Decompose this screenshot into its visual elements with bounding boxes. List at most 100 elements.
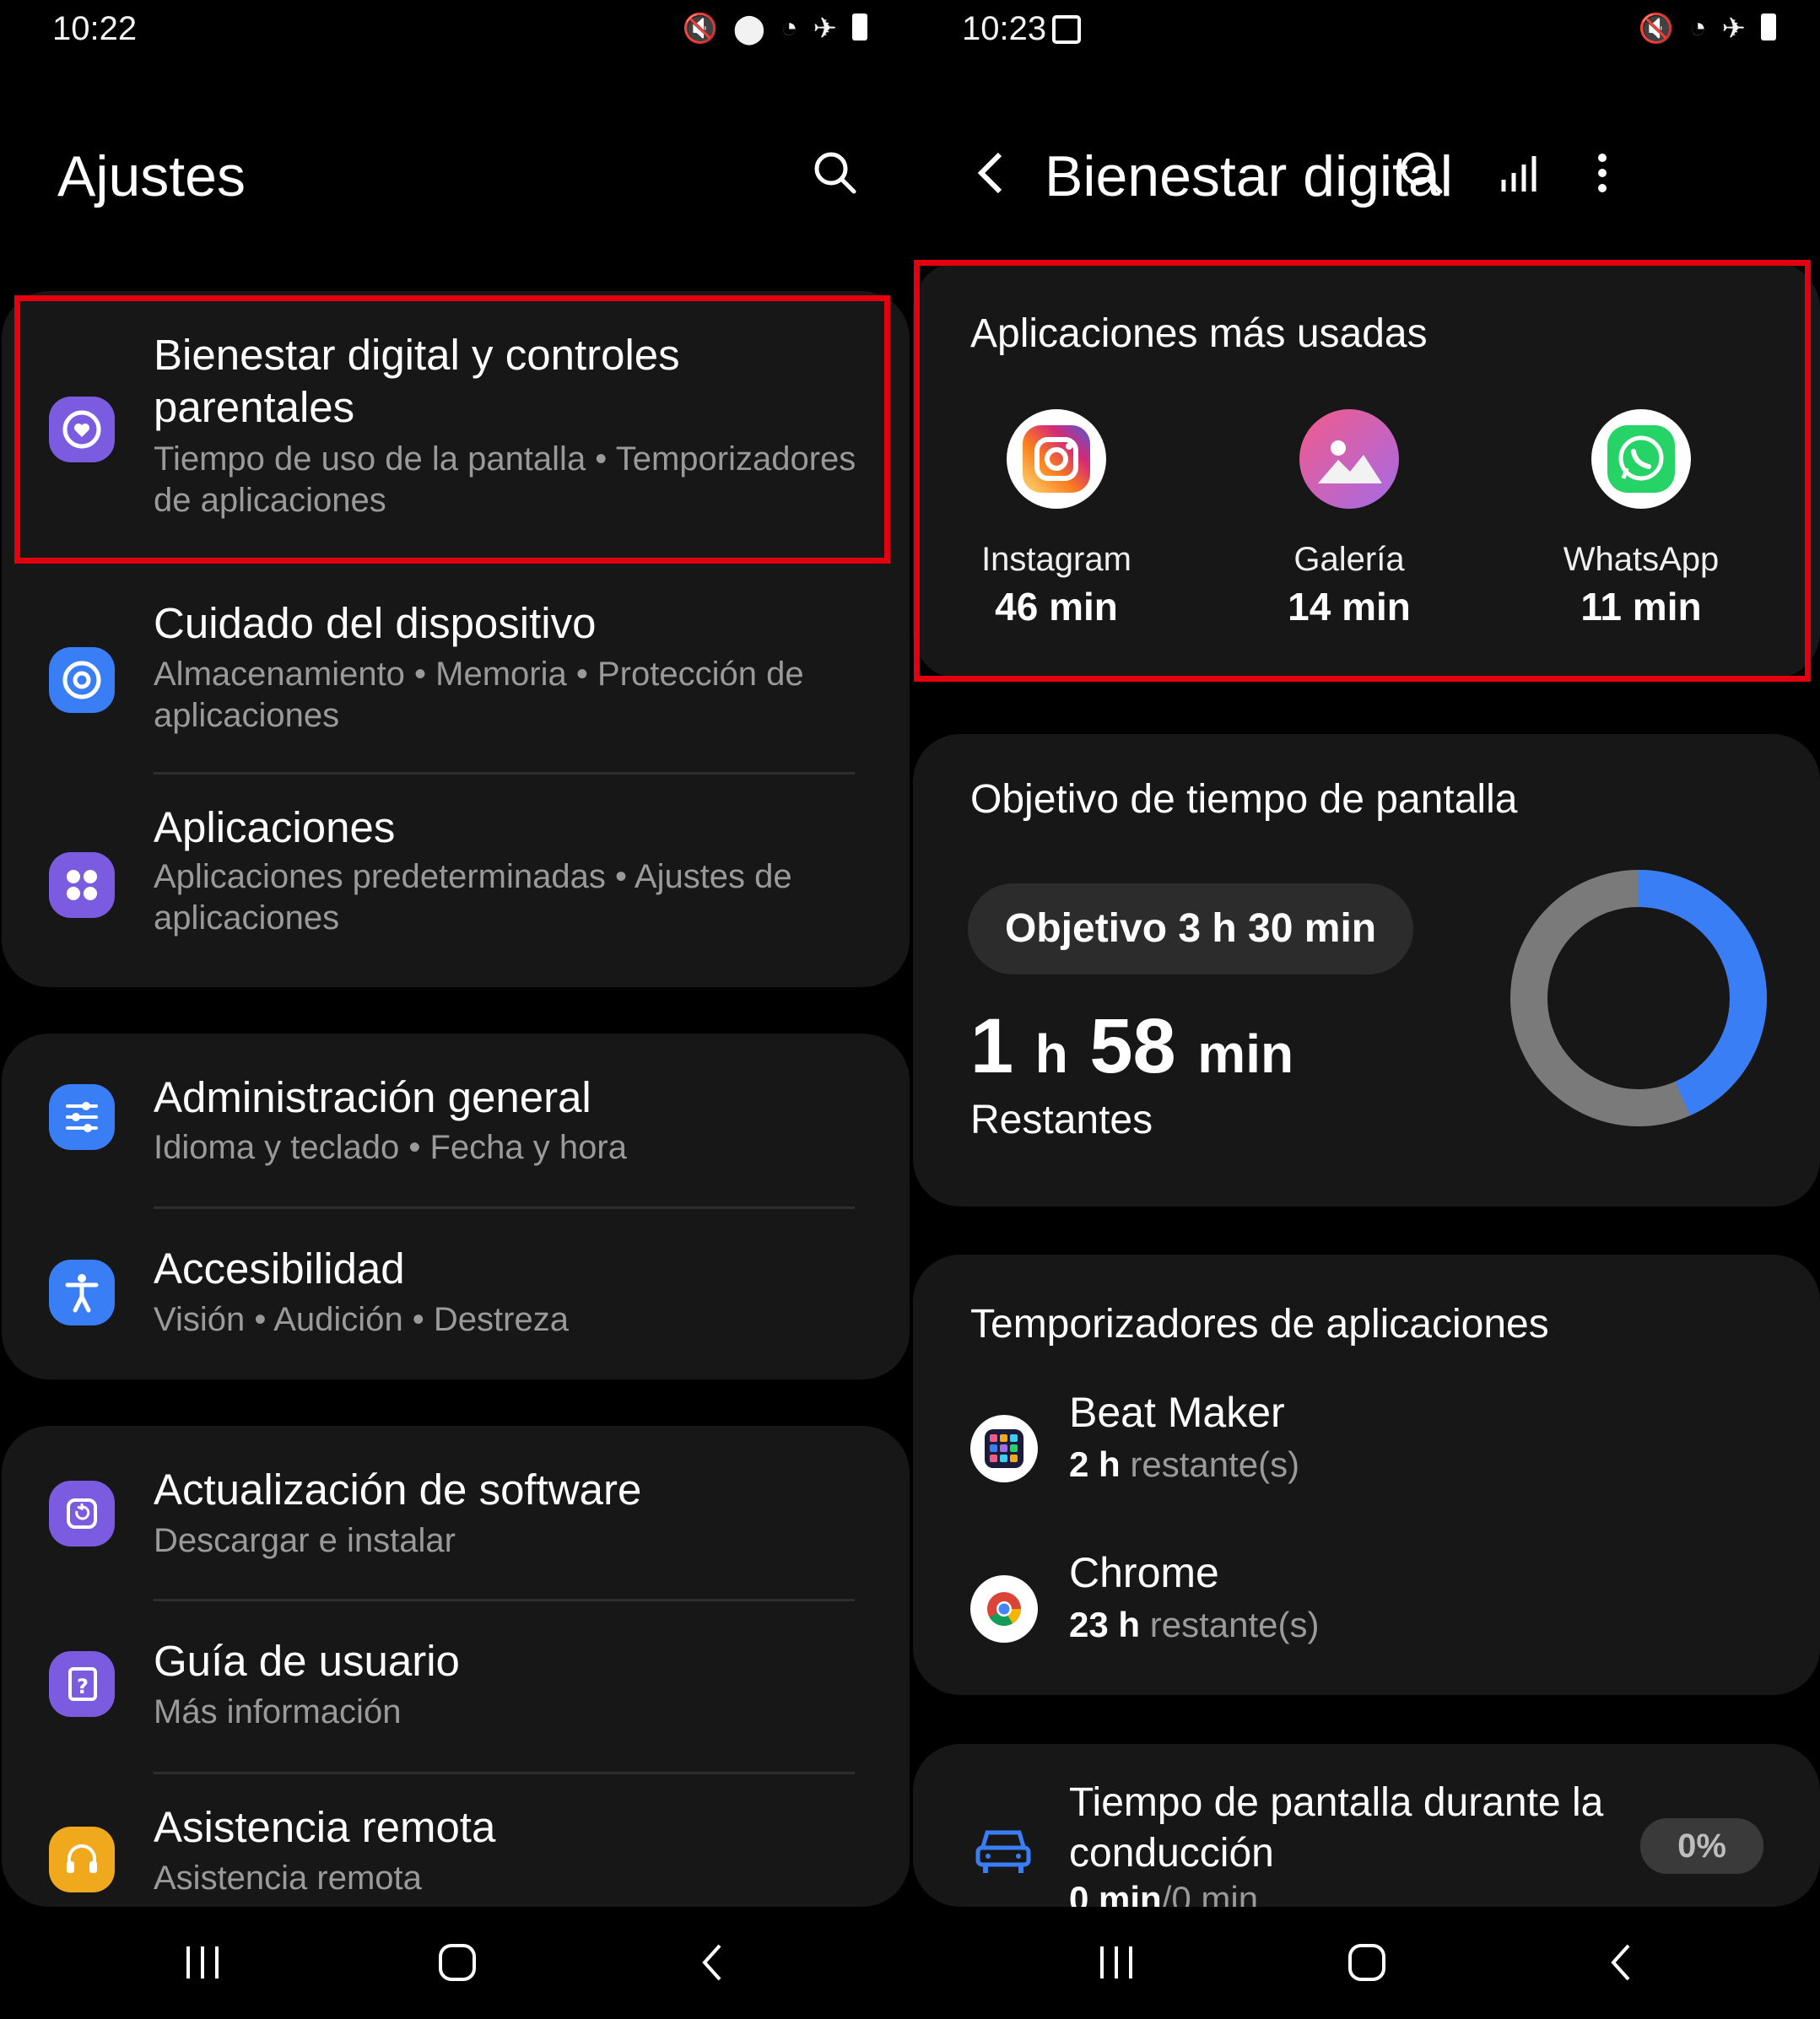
airplane-icon: ✈ [813,13,838,45]
status-bar: 10:22 🔇 ⬤ ◔ ✈ [0,10,911,52]
wifi-icon: ◔ [1688,12,1707,44]
timer-value: 23 h restante(s) [1069,1605,1319,1645]
status-bar: 10:23 🔇 ◔ ✈ [911,10,1820,52]
app-timers-card: Temporizadores de aplicaciones Beat Make… [913,1255,1820,1695]
goal-progress-ring [1510,870,1767,1126]
search-button[interactable] [1392,143,1451,202]
stats-button[interactable] [1489,143,1548,202]
more-vertical-icon [1598,154,1607,192]
item-title: Actualización de software [154,1466,642,1514]
item-subtitle: Almacenamiento • Memoria • Protección de… [154,656,804,734]
driving-minutes: 0 min [1069,1879,1162,1907]
divider [154,772,855,775]
item-title: Administración general [154,1073,591,1121]
settings-group-3: Actualización de software Descargar e in… [2,1426,910,1907]
chrome-icon [970,1575,1038,1643]
svg-text:?: ? [77,1675,89,1698]
driving-card[interactable]: Tiempo de pantalla durante la conducción… [913,1744,1820,1907]
recent-apps-icon [186,1946,219,1979]
timer-hours: 23 h [1069,1605,1141,1644]
item-user-guide[interactable]: ? Guía de usuario Más información [2,1599,910,1772]
navigation-bar [0,1909,911,2019]
back-icon [702,1944,721,1981]
recent-apps-button[interactable] [165,1925,240,2000]
remaining-label: Restantes [970,1098,1153,1142]
timer-app-name: Chrome [1069,1549,1219,1596]
home-icon [439,1944,476,1981]
item-apps[interactable]: Aplicaciones Aplicaciones predeterminada… [2,785,910,987]
item-title: Cuidado del dispositivo [154,599,597,647]
wifi-icon: ◔ [780,12,798,44]
back-icon [1611,1944,1630,1981]
battery-icon [1761,13,1776,40]
search-icon [1401,152,1443,194]
screen-time-goal-card[interactable]: Objetivo de tiempo de pantalla Objetivo … [913,734,1820,1207]
remaining-minutes: 58 [1089,1003,1176,1089]
item-title: Asistencia remota [154,1803,496,1851]
more-options-button[interactable] [1573,143,1632,202]
item-software-update[interactable]: Actualización de software Descargar e in… [2,1426,910,1599]
item-subtitle: Más información [154,1693,402,1730]
timer-hours: 2 h [1069,1444,1121,1484]
status-icons: 🔇 ◔ ✈ [1639,12,1776,46]
timer-beat-maker[interactable]: Beat Maker 2 h restante(s) [913,1389,1820,1550]
airplane-icon: ✈ [1721,13,1747,45]
headset-icon [49,1827,115,1892]
mute-icon: 🔇 [1638,13,1674,45]
back-arrow-icon [977,152,1002,194]
battery-icon [852,13,867,40]
status-time: 10:22 [52,10,138,47]
page-title: Ajustes [57,144,246,208]
hours-unit: h [1034,1023,1068,1084]
item-general-management[interactable]: Administración general Idioma y teclado … [2,1034,910,1207]
item-subtitle: Visión • Audición • Destreza [154,1301,569,1338]
settings-screen: 10:22 🔇 ⬤ ◔ ✈ Ajustes Bienestar digital … [0,0,911,2019]
search-button[interactable] [806,143,865,202]
timer-chrome[interactable]: Chrome 23 h restante(s) [913,1549,1820,1693]
item-title: Guía de usuario [154,1637,460,1685]
accessibility-icon [49,1260,115,1325]
image-notification-icon [1052,15,1081,44]
settings-group-2: Administración general Idioma y teclado … [2,1034,910,1379]
beat-maker-icon [970,1415,1038,1482]
timer-suffix: restante(s) [1149,1605,1320,1644]
back-button[interactable] [675,1925,751,2000]
location-icon: ⬤ [732,13,765,45]
home-button[interactable] [1329,1925,1405,2000]
recent-apps-icon [1100,1946,1132,1979]
driving-title: Tiempo de pantalla durante la conducción [1069,1780,1604,1876]
remaining-hours: 1 [970,1003,1014,1089]
back-button[interactable] [962,143,1021,202]
home-button[interactable] [419,1925,495,2000]
item-title: Aplicaciones [154,803,396,851]
apps-icon [49,852,115,918]
timer-value: 2 h restante(s) [1069,1444,1299,1485]
device-care-icon [49,647,115,713]
item-accessibility[interactable]: Accesibilidad Visión • Audición • Destre… [2,1207,910,1379]
driving-total: /0 min [1161,1879,1259,1907]
back-button[interactable] [1584,1925,1660,2000]
item-subtitle: Descargar e instalar [154,1522,456,1559]
sliders-icon [49,1084,115,1150]
driving-value: 0 min/0 min [1069,1879,1258,1907]
remaining-time: 1 h 58 min [970,1002,1293,1091]
car-icon [975,1830,1031,1873]
highlight-box [914,260,1811,682]
digital-wellbeing-screen: 10:23 🔇 ◔ ✈ Bienestar digital Aplicacion… [911,0,1820,2019]
home-icon [1348,1944,1385,1981]
minutes-unit: min [1197,1023,1294,1084]
recent-apps-button[interactable] [1078,1925,1154,2000]
mute-icon: 🔇 [682,13,718,45]
highlight-box [14,295,890,564]
search-icon [814,152,856,194]
navigation-bar [911,1909,1820,2019]
item-device-care[interactable]: Cuidado del dispositivo Almacenamiento •… [2,570,910,785]
status-icons: 🔇 ⬤ ◔ ✈ [683,12,867,46]
goal-pill[interactable]: Objetivo 3 h 30 min [968,883,1414,974]
status-time: 10:23 [962,10,1047,47]
timer-suffix: restante(s) [1130,1444,1300,1484]
driving-percent-badge: 0% [1640,1818,1763,1874]
item-subtitle: Idioma y teclado • Fecha y hora [154,1129,627,1166]
item-title: Accesibilidad [154,1244,405,1293]
item-remote-support[interactable]: Asistencia remota Asistencia remota [2,1772,910,1907]
